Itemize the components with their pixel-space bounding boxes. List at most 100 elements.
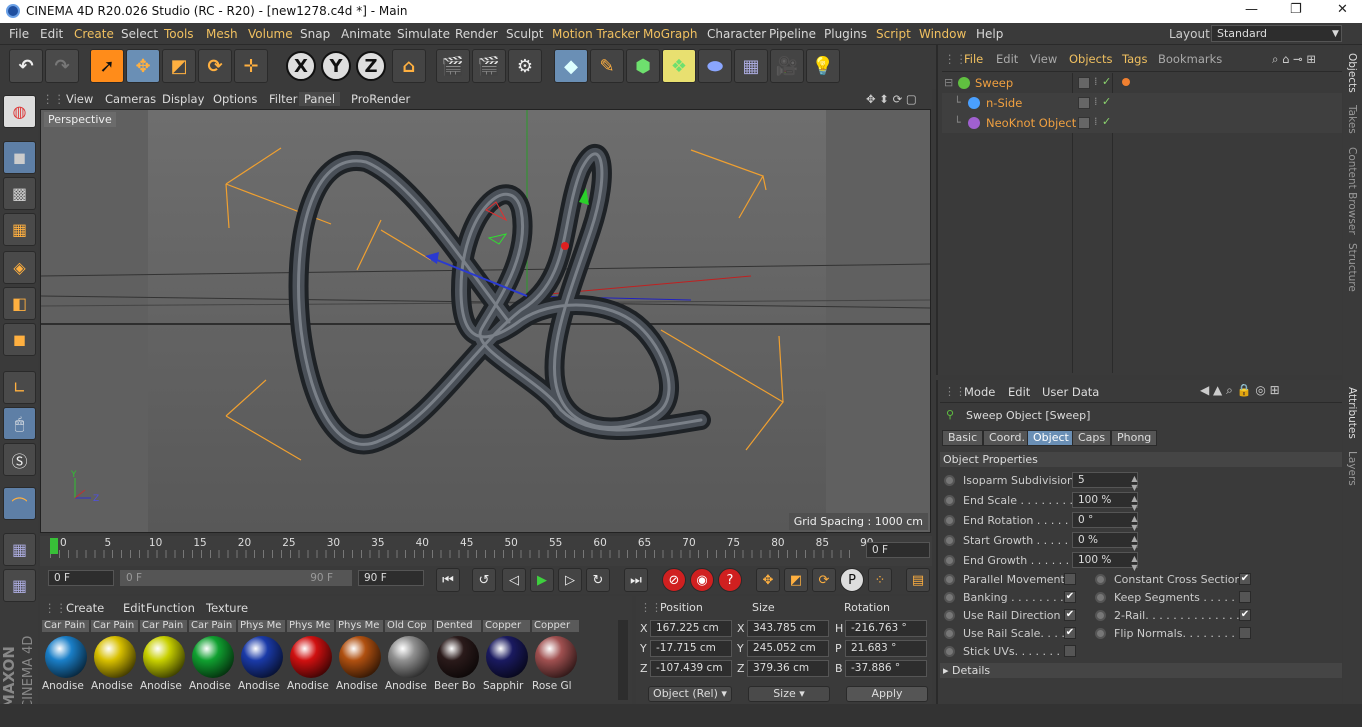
size-field[interactable]: 379.36 cm [747, 660, 829, 677]
attr-menu-mode[interactable]: Mode [964, 385, 995, 399]
render-visibility-dots[interactable]: ⁞ [1094, 115, 1098, 128]
deformer-icon[interactable]: ⬬ [698, 49, 732, 83]
keyframe-selection-icon[interactable]: ? [718, 568, 742, 592]
property-field[interactable]: 100 % [1072, 492, 1138, 508]
menu-motion-tracker[interactable]: Motion Tracker [552, 27, 640, 41]
objmgr-toolbar-icons[interactable]: ⌕ ⌂ ⊸ ⊞ [1272, 52, 1316, 67]
material-swatch[interactable]: Old Cop Anodise [385, 620, 433, 692]
checkbox[interactable]: ✔ [1239, 609, 1251, 621]
menu-volume[interactable]: Volume [248, 27, 293, 41]
side-tab-structure[interactable]: Structure [1346, 243, 1358, 292]
enabled-check-icon[interactable]: ✓ [1102, 95, 1111, 108]
checkbox[interactable]: ✔ [1064, 627, 1076, 639]
texture-mode-icon[interactable]: ▩ [3, 177, 36, 210]
model-mode-icon[interactable]: ◼ [3, 141, 36, 174]
start-frame-field[interactable]: 0 F [48, 570, 114, 586]
render-visibility-dots[interactable]: ⁞ [1094, 95, 1098, 108]
move-tool-icon[interactable]: ✥ [126, 49, 160, 83]
menu-sculpt[interactable]: Sculpt [506, 27, 543, 41]
animate-radio-icon[interactable] [944, 646, 955, 657]
floor-icon[interactable]: ▦ [734, 49, 768, 83]
obj-menu-file[interactable]: File [964, 52, 983, 66]
pen-spline-icon[interactable]: ✎ [590, 49, 624, 83]
menu-edit[interactable]: Edit [40, 27, 63, 41]
go-to-end-icon[interactable]: ⏭ [624, 568, 648, 592]
sweep-tag-icon[interactable] [1122, 78, 1130, 86]
tab-caps[interactable]: Caps [1072, 430, 1112, 446]
vp-menu-filter[interactable]: Filter [269, 92, 297, 106]
menu-create[interactable]: Create [74, 27, 114, 41]
obj-menu-tags[interactable]: Tags [1122, 52, 1147, 66]
property-field[interactable]: 100 % [1072, 552, 1138, 568]
transform-tool-icon[interactable]: ✛ [234, 49, 268, 83]
checkbox[interactable]: ✔ [1064, 591, 1076, 603]
menu-snap[interactable]: Snap [300, 27, 330, 41]
material-swatch[interactable]: Car Pain Anodise [140, 620, 188, 692]
attr-nav-icons[interactable]: ◀ ▲ ⌕ 🔒 ◎ ⊞ [1200, 383, 1280, 398]
next-key-icon[interactable]: ↻ [586, 568, 610, 592]
material-swatch[interactable]: Copper Rose Gl [532, 620, 580, 692]
autokeying-icon[interactable]: ◉ [690, 568, 714, 592]
edges-mode-icon[interactable]: ◧ [3, 287, 36, 320]
light-icon[interactable]: 💡 [806, 49, 840, 83]
menu-simulate[interactable]: Simulate [397, 27, 450, 41]
obj-menu-objects[interactable]: Objects [1069, 52, 1112, 66]
animate-radio-icon[interactable] [944, 610, 955, 621]
rotation-field[interactable]: 21.683 ° [845, 640, 927, 657]
3d-viewport[interactable]: Y Z Perspective Grid Spacing : 1000 cm [40, 109, 931, 533]
animate-radio-icon[interactable] [944, 475, 955, 486]
material-swatch[interactable]: Copper Sapphir [483, 620, 531, 692]
menu-animate[interactable]: Animate [341, 27, 391, 41]
playhead-marker[interactable] [50, 538, 58, 554]
key-parameter-icon[interactable]: P [840, 568, 864, 592]
editor-visibility-icon[interactable] [1078, 117, 1090, 129]
render-view-icon[interactable]: 🎬 [436, 49, 470, 83]
checkbox[interactable] [1239, 627, 1251, 639]
object-row[interactable]: └ n-Side ⁞ ✓ [942, 93, 1342, 113]
animate-radio-icon[interactable] [944, 592, 955, 603]
side-tab-content-browser[interactable]: Content Browser [1346, 147, 1358, 235]
spinner-arrows-icon[interactable]: ▲▼ [1130, 474, 1139, 492]
render-visibility-dots[interactable]: ⁞ [1094, 75, 1098, 88]
position-field[interactable]: -17.715 cm [650, 640, 732, 657]
editor-visibility-icon[interactable] [1078, 97, 1090, 109]
checkbox[interactable]: ✔ [1064, 609, 1076, 621]
minimize-button[interactable]: — [1245, 2, 1258, 17]
render-settings-icon[interactable]: ⚙ [508, 49, 542, 83]
select-cursor-icon[interactable]: ➚ [90, 49, 124, 83]
locked-workplane-icon[interactable]: ▦ [3, 569, 36, 602]
side-tab-takes[interactable]: Takes [1346, 105, 1358, 134]
menu-window[interactable]: Window [919, 27, 966, 41]
animate-radio-icon[interactable] [944, 574, 955, 585]
timeline-window-icon[interactable]: ▤ [906, 568, 930, 592]
vp-menu-panel[interactable]: Panel [299, 92, 341, 106]
spinner-arrows-icon[interactable]: ▲▼ [1130, 494, 1139, 512]
property-field[interactable]: 0 ° [1072, 512, 1138, 528]
magnet-icon[interactable]: ⌒ [3, 487, 36, 520]
frame-range-slider[interactable]: 0 F 90 F [120, 570, 352, 586]
menu-script[interactable]: Script [876, 27, 911, 41]
mat-menu-edit[interactable]: Edit [123, 601, 145, 615]
menu-mesh[interactable]: Mesh [206, 27, 238, 41]
position-field[interactable]: 167.225 cm [650, 620, 732, 637]
mat-menu-create[interactable]: Create [66, 601, 104, 615]
tweak-mode-icon[interactable]: 🖱 [3, 407, 36, 440]
attr-menu-user-data[interactable]: User Data [1042, 385, 1099, 399]
restore-button[interactable]: ❐ [1290, 2, 1302, 17]
polygons-mode-icon[interactable]: ◼ [3, 323, 36, 356]
animate-radio-icon[interactable] [944, 495, 955, 506]
spinner-arrows-icon[interactable]: ▲▼ [1130, 514, 1139, 532]
animate-radio-icon[interactable] [1095, 610, 1106, 621]
spinner-arrows-icon[interactable]: ▲▼ [1130, 554, 1139, 572]
key-pla-icon[interactable]: ⁘ [868, 568, 892, 592]
coordinate-system-icon[interactable]: ⌂ [392, 49, 426, 83]
obj-menu-bookmarks[interactable]: Bookmarks [1158, 52, 1222, 66]
key-rotation-icon[interactable]: ⟳ [812, 568, 836, 592]
workplane-icon[interactable]: ▦ [3, 533, 36, 566]
viewport-nav-icons[interactable]: ✥ ⬍ ⟳ ▢ [866, 92, 917, 106]
coordinate-mode-select[interactable]: Object (Rel) ▾ [648, 686, 732, 702]
material-swatch[interactable]: Car Pain Anodise [42, 620, 90, 692]
menu-pipeline[interactable]: Pipeline [769, 27, 816, 41]
spinner-arrows-icon[interactable]: ▲▼ [1130, 534, 1139, 552]
timeline-ruler[interactable]: 051015202530354045505560657075808590 0 F [40, 536, 932, 566]
